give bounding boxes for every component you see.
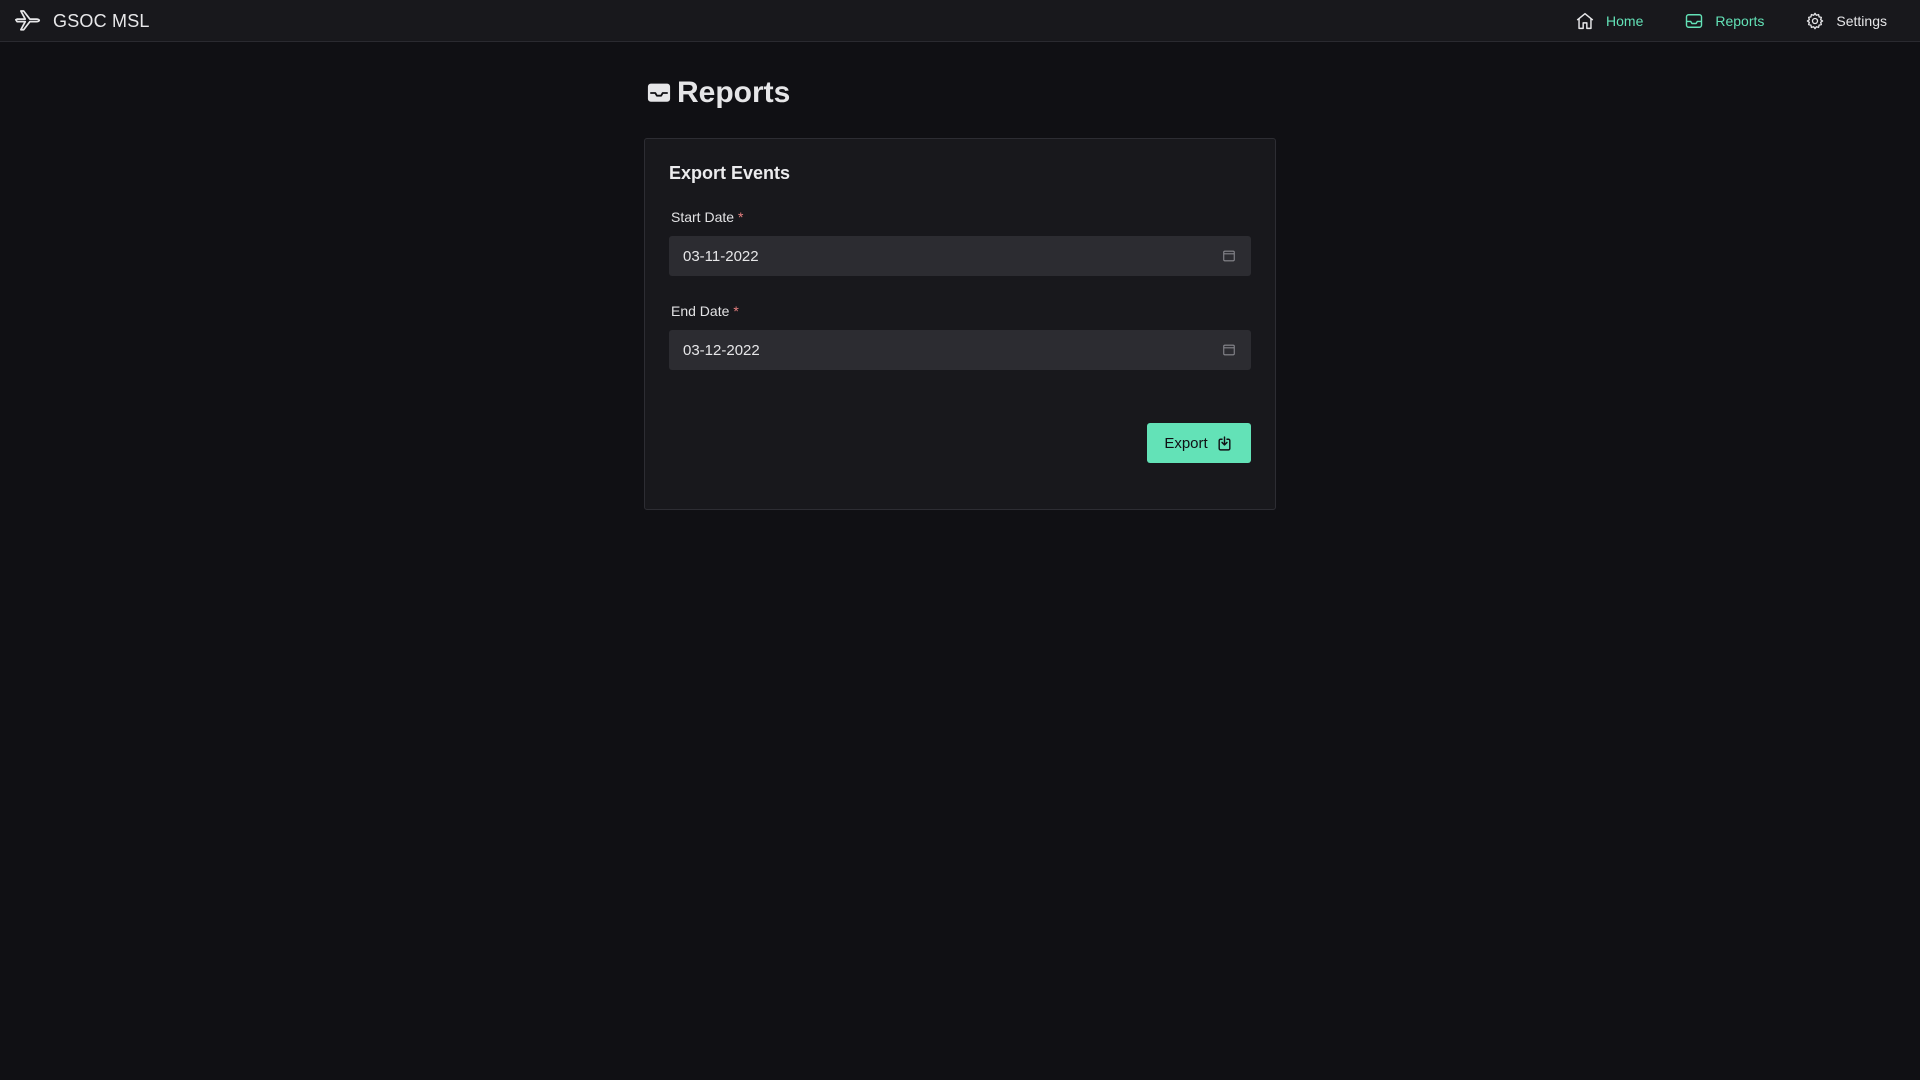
nav-item-label: Reports — [1715, 13, 1765, 29]
start-date-input[interactable]: 03-11-2022 — [669, 236, 1251, 276]
end-date-value: 03-12-2022 — [683, 341, 760, 359]
start-date-label: Start Date * — [671, 209, 743, 225]
required-mark: * — [738, 209, 744, 225]
inbox-icon — [1683, 10, 1705, 32]
home-icon — [1574, 10, 1596, 32]
export-button-label: Export — [1164, 434, 1208, 452]
nav-item-home[interactable]: Home — [1574, 10, 1643, 32]
export-events-card: Export Events Start Date * 03-11-2022 End… — [644, 138, 1276, 510]
export-button[interactable]: Export — [1147, 423, 1251, 463]
page-title: Reports — [645, 76, 790, 110]
end-date-label-text: End Date — [671, 303, 730, 319]
airplane-icon — [14, 6, 44, 36]
required-mark: * — [733, 303, 739, 319]
nav-item-label: Settings — [1836, 13, 1887, 29]
start-date-label-text: Start Date — [671, 209, 735, 225]
main-nav: Home Reports Settings — [1574, 0, 1887, 42]
inbox-icon — [645, 78, 675, 108]
brand[interactable]: GSOC MSL — [14, 0, 150, 42]
calendar-icon[interactable] — [1221, 342, 1237, 358]
end-date-input[interactable]: 03-12-2022 — [669, 330, 1251, 370]
gear-icon — [1804, 10, 1826, 32]
start-date-value: 03-11-2022 — [683, 247, 759, 265]
nav-item-reports[interactable]: Reports — [1683, 10, 1764, 32]
calendar-icon[interactable] — [1221, 248, 1237, 264]
top-navbar: GSOC MSL Home Reports Settings — [0, 0, 1920, 42]
card-title: Export Events — [669, 163, 791, 183]
end-date-label: End Date * — [671, 303, 739, 319]
nav-item-label: Home — [1606, 13, 1644, 29]
download-icon — [1216, 434, 1234, 452]
app-name: GSOC MSL — [53, 10, 150, 31]
nav-item-settings[interactable]: Settings — [1804, 10, 1887, 32]
page-title-text: Reports — [677, 76, 791, 109]
